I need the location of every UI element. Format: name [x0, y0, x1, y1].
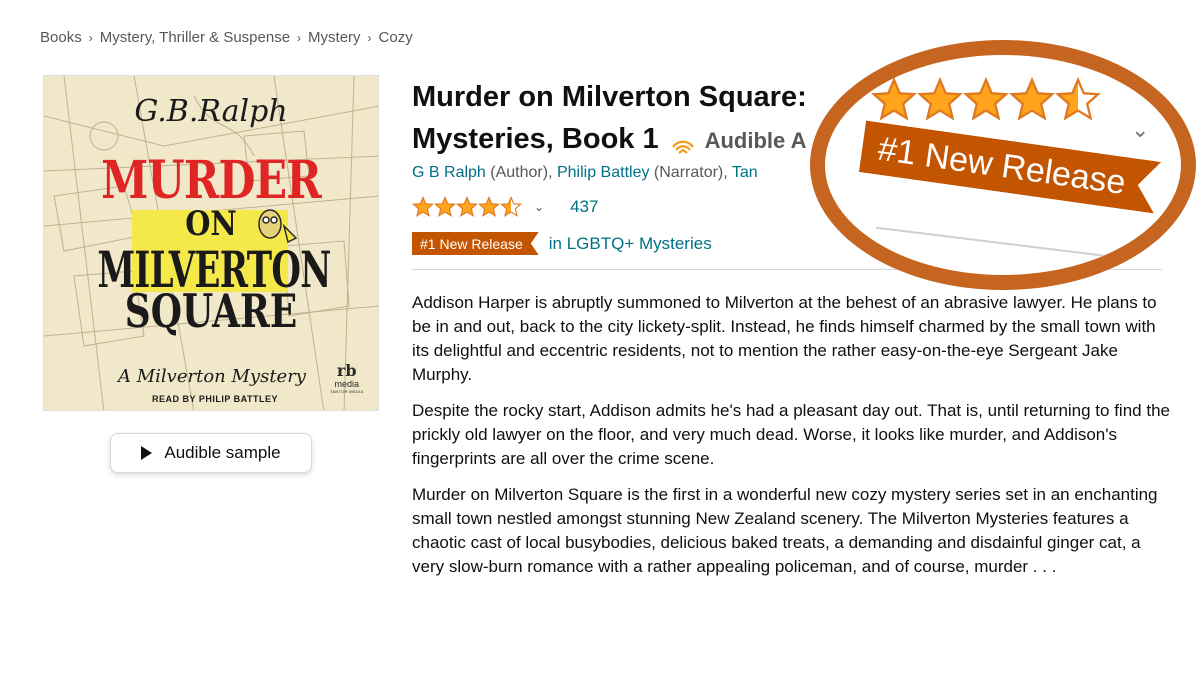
star-icon	[871, 77, 917, 121]
breadcrumb-mystery[interactable]: Mystery	[308, 29, 361, 46]
rating-count-link[interactable]: 437	[570, 197, 598, 217]
zoom-callout-circle: ⌄ #1 New Release	[810, 40, 1196, 290]
product-title-line2: Mysteries, Book 1	[412, 123, 659, 155]
breadcrumb: Books › Mystery, Thriller & Suspense › M…	[40, 29, 413, 46]
cover-author-name: G.B.Ralph	[134, 94, 288, 129]
breadcrumb-mystery-thriller-suspense[interactable]: Mystery, Thriller & Suspense	[100, 29, 290, 46]
zoom-chevron-down-icon: ⌄	[1131, 117, 1150, 142]
audible-logo-icon	[671, 124, 695, 166]
description-paragraph-2: Despite the rocky start, Addison admits …	[412, 401, 1170, 468]
star-icon	[456, 196, 478, 217]
star-rating[interactable]	[412, 196, 522, 218]
book-cover-image[interactable]: G.B.Ralph MURDER ON MILVERTON SQUARE A M…	[43, 75, 379, 411]
publisher-logo-mark: rb	[336, 361, 357, 380]
cover-title-murder: MURDER	[101, 150, 322, 211]
zoom-divider	[875, 226, 1175, 266]
star-icon	[917, 77, 963, 121]
cover-title-square: SQUARE	[124, 284, 298, 338]
product-format: Audible A	[704, 128, 807, 153]
star-icon	[963, 77, 1009, 121]
description-paragraph-1: Addison Harper is abruptly summoned to M…	[412, 293, 1157, 384]
cover-title-on: ON	[185, 204, 237, 244]
contributor-narrator-role: (Narrator),	[653, 164, 728, 181]
product-description: Addison Harper is abruptly summoned to M…	[412, 291, 1172, 591]
play-icon	[141, 446, 153, 460]
star-icon	[478, 196, 500, 217]
star-icon	[500, 196, 522, 217]
chevron-right-icon: ›	[88, 30, 93, 45]
star-icon	[1009, 77, 1055, 121]
breadcrumb-books[interactable]: Books	[40, 29, 82, 46]
chevron-right-icon: ›	[297, 30, 302, 45]
star-icon	[434, 196, 456, 217]
new-release-row: #1 New Release in LGBTQ+ Mysteries	[412, 232, 712, 255]
audible-sample-label: Audible sample	[164, 443, 281, 462]
product-title: Murder on Milverton Square: Mysteries, B…	[412, 76, 842, 166]
contributor-narrator-link[interactable]: Philip Battley	[557, 164, 650, 181]
star-icon	[1055, 77, 1101, 121]
product-title-line1: Murder on Milverton Square:	[412, 81, 807, 113]
publisher-logo: rb media TANTOR MEDIA	[330, 361, 364, 395]
chevron-right-icon: ›	[367, 30, 372, 45]
publisher-logo-sub: TANTOR MEDIA	[330, 389, 364, 394]
breadcrumb-cozy[interactable]: Cozy	[379, 29, 413, 46]
cover-series-name: A Milverton Mystery	[118, 366, 306, 387]
new-release-badge[interactable]: #1 New Release	[412, 232, 539, 255]
contributors-line: G B Ralph (Author), Philip Battley (Narr…	[412, 164, 818, 182]
contributor-publisher-link[interactable]: Tan	[732, 164, 758, 181]
audible-sample-button[interactable]: Audible sample	[110, 433, 312, 473]
description-paragraph-3: Murder on Milverton Square is the first …	[412, 485, 1158, 576]
product-title-line2-wrap: Mysteries, Book 1 Audible A	[412, 118, 842, 166]
zoom-new-release-badge: #1 New Release	[859, 121, 1161, 214]
star-icon	[412, 196, 434, 217]
publisher-logo-text: media	[334, 379, 359, 389]
rating-row: ⌄ 437	[412, 196, 598, 218]
cover-narrator-credit: READ BY PHILIP BATTLEY	[152, 394, 279, 404]
contributor-author-link[interactable]: G B Ralph	[412, 164, 486, 181]
chevron-down-icon[interactable]: ⌄	[534, 200, 544, 214]
contributor-author-role: (Author),	[490, 164, 553, 181]
zoom-star-rating	[871, 77, 1101, 123]
new-release-category-link[interactable]: in LGBTQ+ Mysteries	[549, 234, 712, 254]
